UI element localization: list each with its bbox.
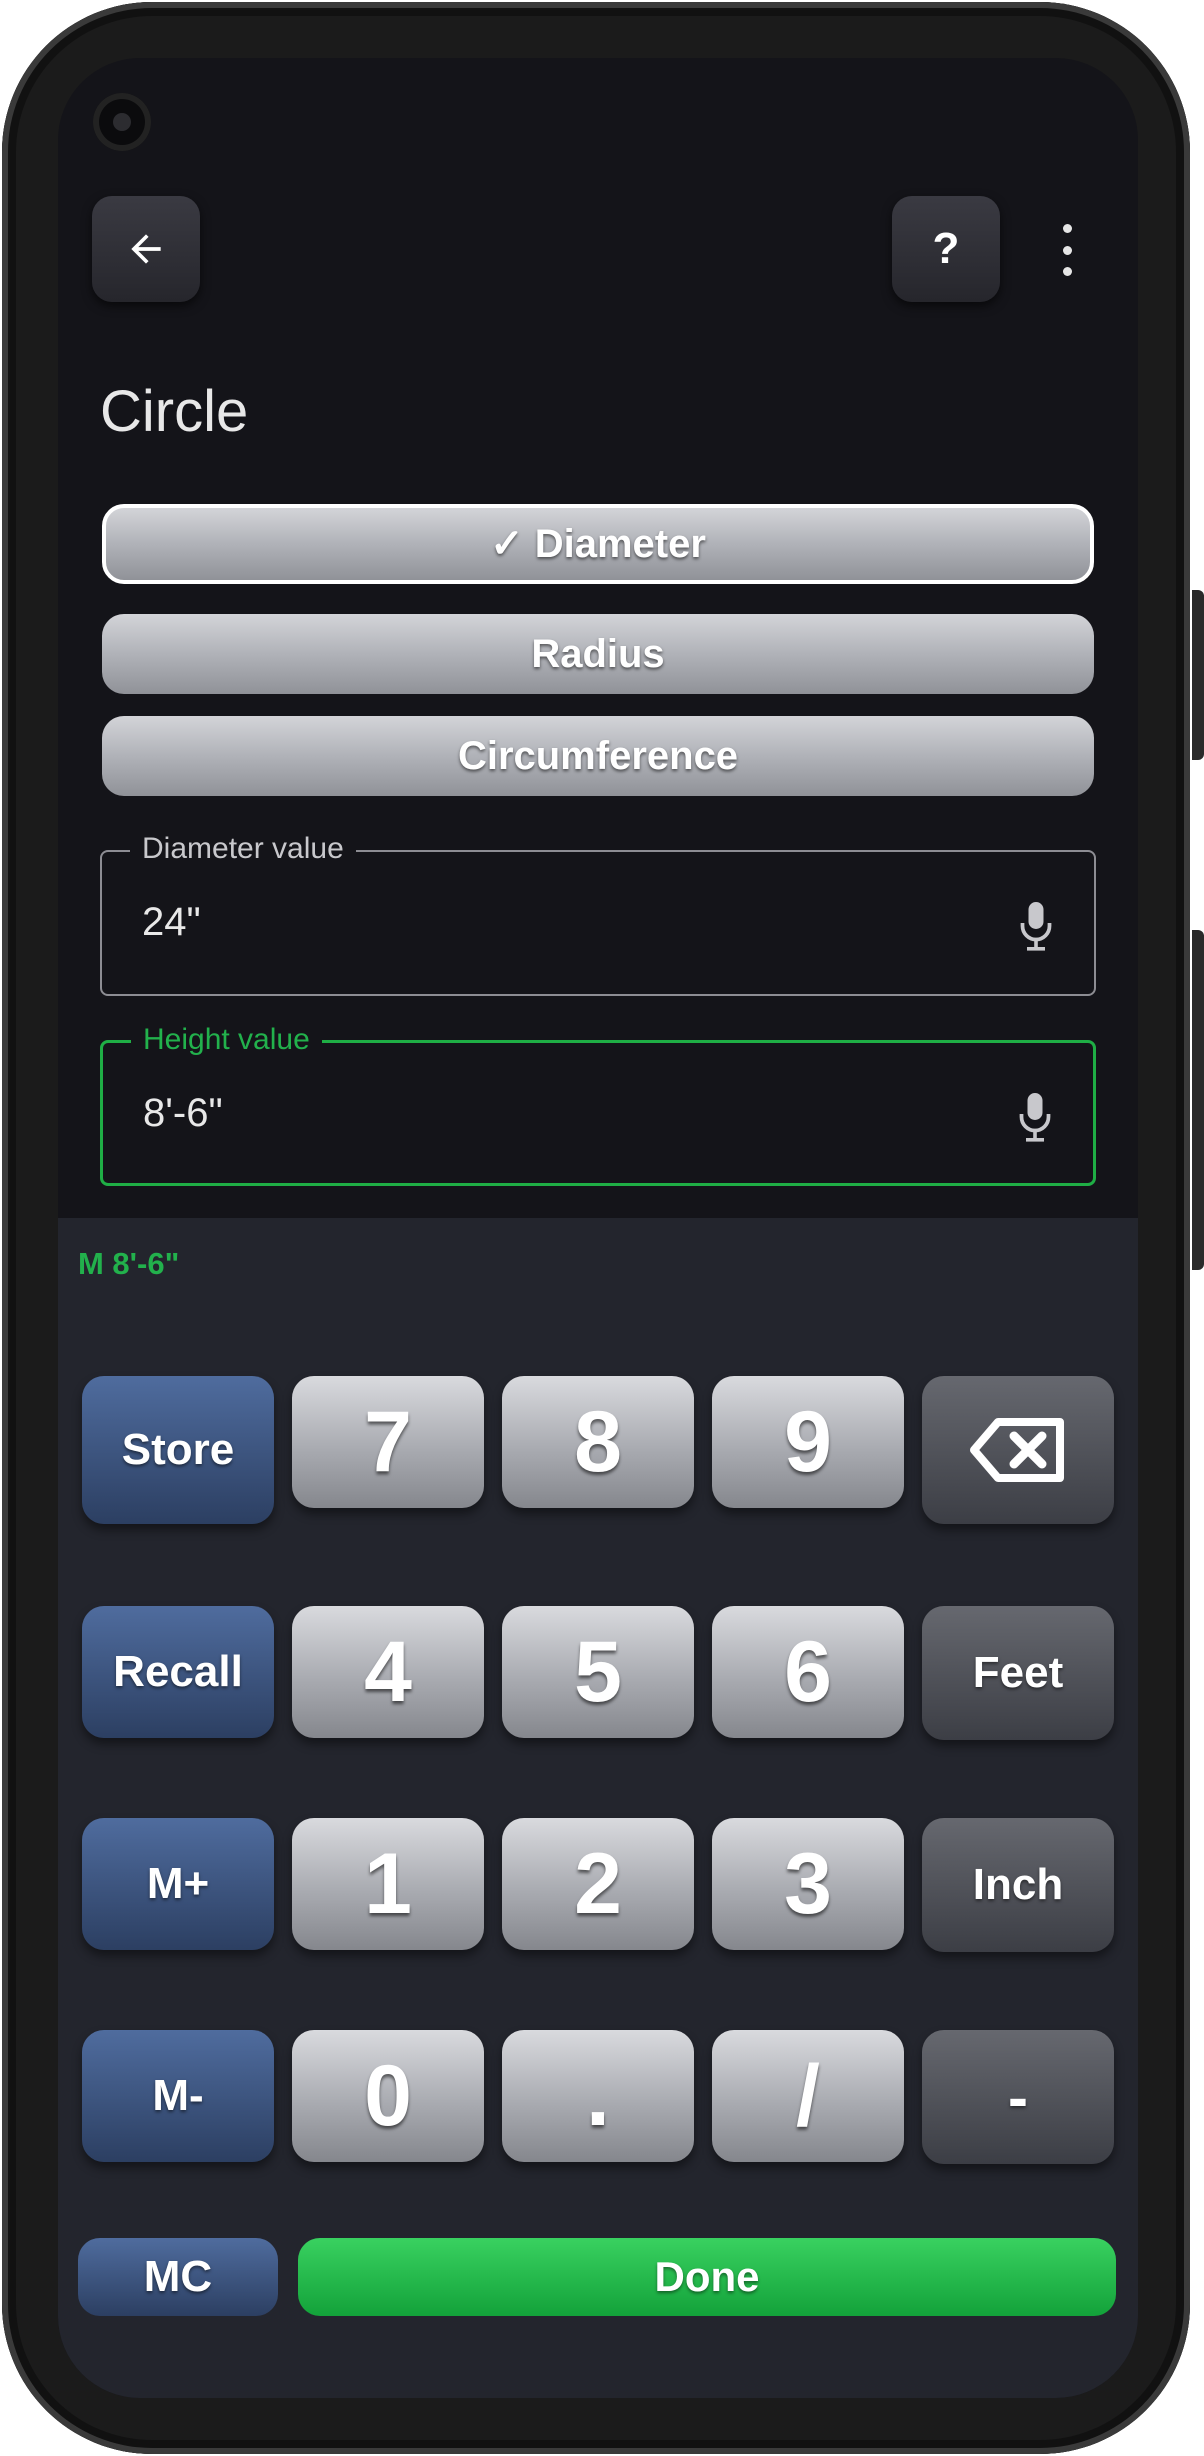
mic-icon[interactable] [1017,1091,1053,1143]
done-button[interactable]: Done [298,2238,1116,2316]
key-1[interactable]: 1 [292,1818,484,1950]
recall-button[interactable]: Recall [82,1606,274,1738]
help-button[interactable]: ? [892,196,1000,302]
memory-display: M 8'-6" [78,1246,180,1281]
key-0[interactable]: 0 [292,2030,484,2162]
key-4[interactable]: 4 [292,1606,484,1738]
mc-button[interactable]: MC [78,2238,278,2316]
backspace-button[interactable] [922,1376,1114,1524]
key-8[interactable]: 8 [502,1376,694,1508]
height-field-value: 8'-6" [143,1091,223,1135]
mic-icon[interactable] [1018,900,1054,952]
feet-button[interactable]: Feet [922,1606,1114,1740]
key-slash[interactable]: / [712,2030,904,2162]
backspace-icon [970,1418,1064,1482]
segment-diameter[interactable]: ✓ Diameter [102,504,1094,584]
key-decimal[interactable]: . [502,2030,694,2162]
segment-radius[interactable]: Radius [102,614,1094,694]
segment-circumference[interactable]: Circumference [102,716,1094,796]
minus-button[interactable]: - [922,2030,1114,2164]
key-9[interactable]: 9 [712,1376,904,1508]
help-label: ? [932,224,960,273]
volume-button [1192,590,1204,760]
m-minus-button[interactable]: M- [82,2030,274,2162]
height-field-label: Height value [131,1023,322,1057]
more-vert-icon[interactable] [1052,224,1082,276]
key-2[interactable]: 2 [502,1818,694,1950]
height-field[interactable]: Height value 8'-6" [100,1023,1096,1186]
diameter-field-value: 24" [142,900,201,944]
arrow-left-icon [131,234,161,264]
inch-button[interactable]: Inch [922,1818,1114,1952]
keypad: M 8'-6" Store 7 8 9 Recall 4 5 6 Feet M+… [58,1218,1138,2398]
power-button [1192,930,1204,1270]
app-screen: ? Circle ✓ Diameter Radius Circumference… [58,58,1138,2398]
store-button[interactable]: Store [82,1376,274,1524]
diameter-field[interactable]: Diameter value 24" [100,832,1096,996]
diameter-field-label: Diameter value [130,832,356,866]
page-title: Circle [100,379,249,444]
key-3[interactable]: 3 [712,1818,904,1950]
key-7[interactable]: 7 [292,1376,484,1508]
camera-cutout [93,93,151,151]
m-plus-button[interactable]: M+ [82,1818,274,1950]
key-5[interactable]: 5 [502,1606,694,1738]
back-button[interactable] [92,196,200,302]
key-6[interactable]: 6 [712,1606,904,1738]
